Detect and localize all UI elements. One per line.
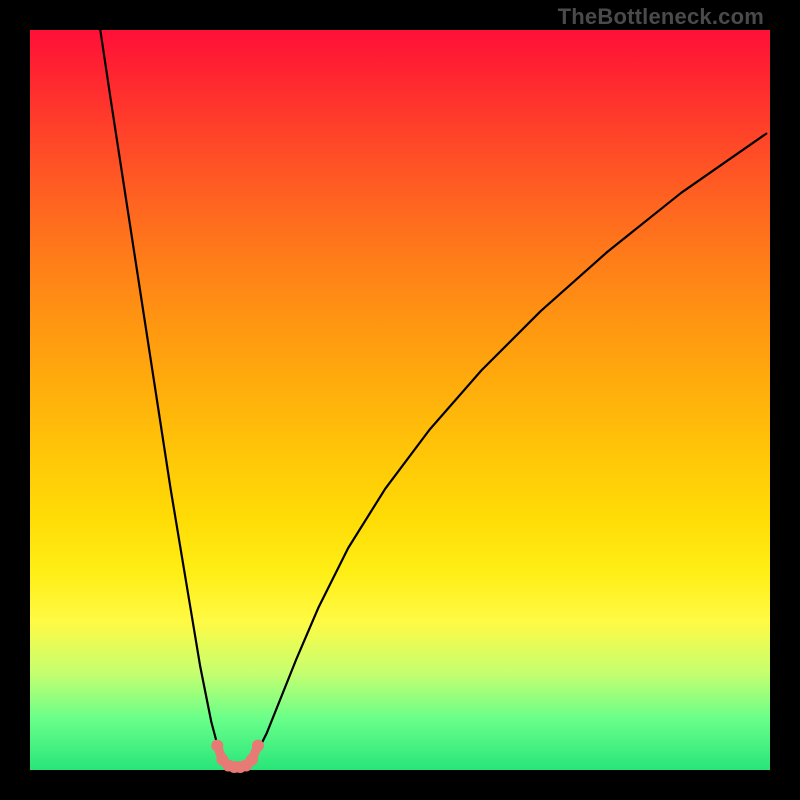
- chart-svg: [30, 30, 770, 770]
- marker-dot: [252, 740, 264, 752]
- series-group: [100, 30, 766, 759]
- watermark-text: TheBottleneck.com: [558, 4, 764, 30]
- curve-right-branch: [256, 134, 767, 756]
- dots-group: [211, 740, 264, 773]
- curve-left-branch: [100, 30, 224, 759]
- chart-frame: TheBottleneck.com: [0, 0, 800, 800]
- marker-dot: [246, 754, 258, 766]
- marker-dot: [211, 740, 223, 752]
- plot-area: [30, 30, 770, 770]
